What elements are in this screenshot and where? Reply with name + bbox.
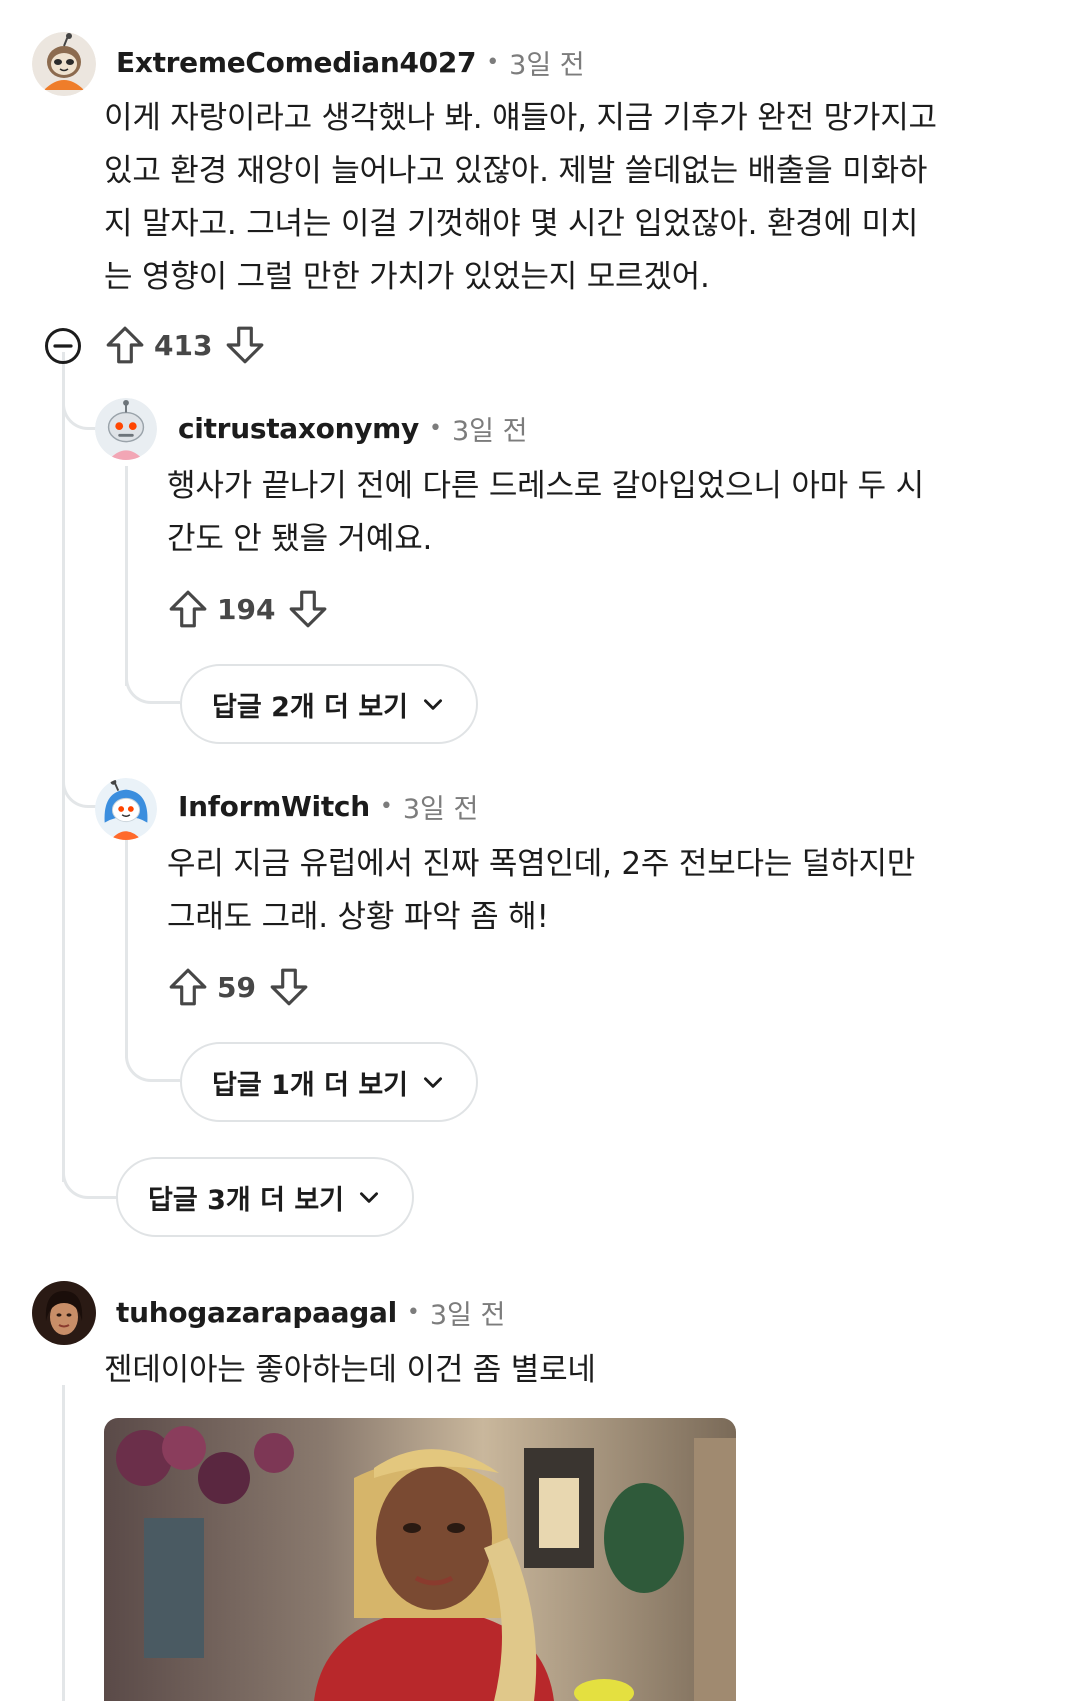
- thread-line-reply-2: [125, 838, 128, 1058]
- timestamp: 3일 전: [509, 49, 585, 81]
- chevron-down-icon: [360, 1192, 379, 1203]
- vote-bar: 413: [104, 324, 266, 366]
- comment-body-line: 는 영향이 그럴 만한 가치가 있었는지 모르겠어.: [104, 259, 710, 295]
- thread-more-replies-button[interactable]: 답글 3개 더 보기: [116, 1157, 415, 1237]
- thread-elbow-reply-2: [62, 760, 100, 808]
- separator-dot: •: [486, 49, 500, 75]
- arrow-up-outline-icon[interactable]: [104, 324, 146, 366]
- timestamp: 3일 전: [429, 1299, 506, 1331]
- comment-body-line: 간도 안 됐을 거예요.: [167, 521, 433, 557]
- thread-elbow-more-1: [125, 660, 180, 704]
- comment-body-line: 이게 자랑이라고 생각했나 봐. 얘들아, 지금 기후가 완전 망가지고: [104, 100, 937, 136]
- comment-body-line: 행사가 끝나기 전에 다른 드레스로 갈아입었으니 아마 두 시: [167, 468, 924, 504]
- comment-meta: InformWitch • 3일 전: [178, 786, 478, 826]
- chevron-down-icon: [424, 1077, 443, 1088]
- arrow-down-outline-icon[interactable]: [287, 588, 329, 630]
- more-replies-button[interactable]: 답글 1개 더 보기: [180, 1042, 479, 1122]
- username[interactable]: ExtremeComedian4027: [116, 46, 476, 79]
- chevron-down-icon: [424, 699, 443, 710]
- thread-elbow-more-root: [62, 1150, 117, 1199]
- sloth-avatar-icon: [32, 32, 96, 96]
- arrow-up-outline-icon[interactable]: [167, 588, 209, 630]
- photo-avatar-icon: [32, 1281, 96, 1345]
- comment-meta: citrustaxonymy • 3일 전: [178, 408, 527, 448]
- vote-bar: 194: [167, 588, 329, 630]
- comment-body: 우리 지금 유럽에서 진짜 폭염인데, 2주 전보다는 덜하지만 그래도 그래.…: [167, 838, 1027, 944]
- comment-body-line: 지 말자고. 그녀는 이걸 기껏해야 몇 시간 입었잖아. 환경에 미치: [104, 206, 919, 242]
- vote-bar: 59: [167, 966, 310, 1008]
- more-replies-label: 답글 1개 더 보기: [212, 1069, 409, 1101]
- comment-body: 이게 자랑이라고 생각했나 봐. 얘들아, 지금 기후가 완전 망가지고 있고 …: [104, 92, 1024, 304]
- minus-circle-icon[interactable]: [43, 326, 83, 366]
- thread-line-reply-1: [125, 466, 128, 686]
- comment-meta: tuhogazarapaagal • 3일 전: [116, 1292, 505, 1332]
- blue-hair-snoo-avatar-icon: [95, 778, 157, 840]
- timestamp: 3일 전: [402, 793, 479, 825]
- timestamp: 3일 전: [451, 415, 528, 447]
- gif-image[interactable]: [104, 1418, 736, 1701]
- thread-elbow-more-2: [125, 1035, 180, 1082]
- comment-body-line: 있고 환경 재앙이 늘어나고 있잖아. 제발 쓸데없는 배출을 미화하: [104, 153, 928, 189]
- comment-body: 젠데이아는 좋아하는데 이건 좀 별로네: [104, 1344, 1024, 1397]
- separator-dot: •: [428, 415, 442, 441]
- comment-body-line: 젠데이아는 좋아하는데 이건 좀 별로네: [104, 1352, 596, 1388]
- avatar[interactable]: [32, 32, 96, 96]
- vote-count: 59: [217, 970, 256, 1004]
- avatar[interactable]: [95, 398, 157, 460]
- arrow-down-outline-icon[interactable]: [268, 966, 310, 1008]
- username[interactable]: InformWitch: [178, 790, 370, 823]
- comment-body: 행사가 끝나기 전에 다른 드레스로 갈아입었으니 아마 두 시 간도 안 됐을…: [167, 460, 1027, 566]
- reaction-gif-image: [104, 1418, 736, 1701]
- username[interactable]: tuhogazarapaagal: [116, 1296, 397, 1329]
- separator-dot: •: [379, 793, 393, 819]
- vote-count: 194: [217, 592, 276, 626]
- more-replies-label: 답글 3개 더 보기: [148, 1184, 345, 1216]
- arrow-down-outline-icon[interactable]: [224, 324, 266, 366]
- comment-body-line: 우리 지금 유럽에서 진짜 폭염인데, 2주 전보다는 덜하지만: [167, 846, 916, 882]
- thread-line-last: [62, 1385, 65, 1701]
- more-replies-button[interactable]: 답글 2개 더 보기: [180, 664, 479, 744]
- robot-snoo-avatar-icon: [95, 398, 157, 460]
- arrow-up-outline-icon[interactable]: [167, 966, 209, 1008]
- more-replies-label: 답글 2개 더 보기: [212, 691, 409, 723]
- username[interactable]: citrustaxonymy: [178, 412, 419, 445]
- avatar[interactable]: [95, 778, 157, 840]
- vote-count: 413: [154, 328, 213, 362]
- avatar[interactable]: [32, 1281, 96, 1345]
- comment-meta: ExtremeComedian4027 • 3일 전: [116, 42, 585, 82]
- comment-body-line: 그래도 그래. 상황 파악 좀 해!: [167, 899, 549, 935]
- separator-dot: •: [406, 1299, 420, 1325]
